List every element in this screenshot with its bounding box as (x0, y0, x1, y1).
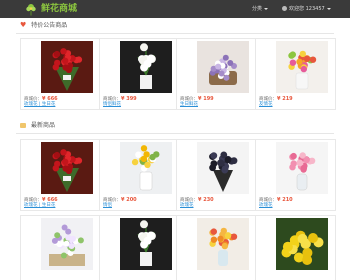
top-navbar: 鲜花商城 分类 欢迎您 123457 (0, 0, 350, 18)
product-card[interactable]: 商城价：¥ 230 玫瑰花 (176, 139, 257, 211)
product-card[interactable]: 商城价：¥ 399 情侣鲜花 (99, 38, 180, 110)
price-value: ¥ 199 (198, 96, 214, 102)
product-image[interactable] (197, 142, 249, 194)
product-card[interactable] (20, 215, 101, 280)
price-value: ¥ 219 (277, 96, 293, 102)
section-divider (16, 133, 334, 134)
product-card[interactable]: 商城价：¥ 200 情侣 (99, 139, 180, 211)
product-card[interactable]: 商城价：¥ 666 玫瑰花 | 生日花 (20, 139, 101, 211)
section-special-title: 特价公告商品 (31, 22, 68, 29)
product-card[interactable] (176, 215, 257, 280)
product-category-link[interactable]: 玫瑰花 | 生日花 (24, 102, 55, 108)
product-category-link[interactable]: 友情花 (259, 102, 273, 108)
user-menu-label: 欢迎您 123457 (289, 6, 325, 12)
product-card[interactable]: 商城价：¥ 666 玫瑰花 | 生日花 (20, 38, 101, 110)
user-icon (282, 6, 287, 11)
product-category-link[interactable]: 生日鲜花 (180, 102, 198, 108)
product-category-link[interactable]: 情侣 (103, 203, 112, 209)
product-image[interactable] (197, 218, 249, 270)
product-image[interactable] (120, 218, 172, 270)
user-menu[interactable]: 欢迎您 123457 (282, 5, 331, 13)
brand-name[interactable]: 鲜花商城 (41, 3, 77, 15)
logo-flower-icon[interactable] (24, 2, 38, 16)
product-image[interactable] (120, 41, 172, 93)
chevron-down-icon (264, 7, 269, 10)
category-menu-label: 分类 (252, 6, 263, 12)
category-menu[interactable]: 分类 (252, 5, 269, 13)
product-category-link[interactable]: 玫瑰花 (180, 203, 194, 209)
section-latest-title: 最新商品 (31, 122, 56, 129)
product-image[interactable] (41, 41, 93, 93)
price-value: ¥ 210 (277, 197, 293, 203)
product-card[interactable]: 商城价：¥ 219 友情花 (255, 38, 336, 110)
section-special-heading: ♥ 特价公告商品 (20, 22, 67, 30)
chevron-down-icon (326, 7, 331, 10)
product-card[interactable]: 商城价：¥ 199 生日鲜花 (176, 38, 257, 110)
price-value: ¥ 230 (198, 197, 214, 203)
product-card[interactable] (255, 215, 336, 280)
product-image[interactable] (197, 41, 249, 93)
price-value: ¥ 399 (121, 96, 137, 102)
section-divider (16, 33, 334, 34)
price-value: ¥ 200 (121, 197, 137, 203)
product-image[interactable] (276, 41, 328, 93)
product-image[interactable] (120, 142, 172, 194)
product-card[interactable] (99, 215, 180, 280)
product-image[interactable] (276, 142, 328, 194)
box-icon (20, 123, 26, 128)
product-category-link[interactable]: 玫瑰花 (259, 203, 273, 209)
product-image[interactable] (276, 218, 328, 270)
product-category-link[interactable]: 情侣鲜花 (103, 102, 121, 108)
product-image[interactable] (41, 218, 93, 270)
product-card[interactable]: 商城价：¥ 210 玫瑰花 (255, 139, 336, 211)
product-image[interactable] (41, 142, 93, 194)
heart-icon: ♥ (20, 21, 27, 29)
product-category-link[interactable]: 玫瑰花 | 生日花 (24, 203, 55, 209)
section-latest-heading: 最新商品 (20, 122, 55, 130)
